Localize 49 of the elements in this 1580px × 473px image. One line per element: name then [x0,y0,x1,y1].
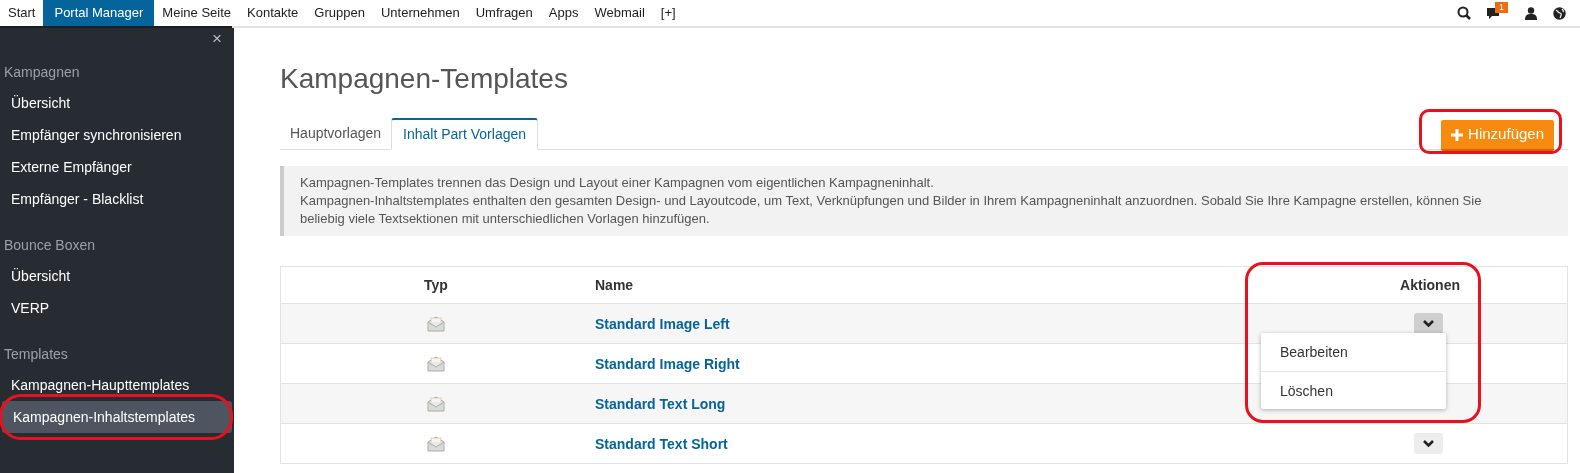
chevron-down-icon [1423,440,1434,447]
nav-item[interactable]: Gruppen [306,0,373,26]
sidebar-item[interactable]: VERP [0,292,234,324]
sidebar-item[interactable]: Übersicht [0,87,234,119]
sidebar-item[interactable]: Übersicht [0,260,234,292]
chevron-down-icon [1423,320,1434,327]
nav-item[interactable]: Apps [540,0,587,26]
sidebar-item[interactable]: Empfänger synchronisieren [0,119,234,151]
section-title: Kampagnen [3,63,81,80]
count-badge: 1 [1495,2,1508,13]
dropdown-button[interactable] [1414,313,1443,334]
nav-item[interactable]: Start [0,0,44,26]
envelope-icon [427,395,445,412]
template-link[interactable]: Standard Text Short [595,435,728,452]
menu-item[interactable]: Löschen [1261,371,1446,409]
dropdown-button[interactable] [1414,433,1443,454]
nav-item[interactable]: Unternehmen [372,0,468,26]
tab[interactable]: Hauptvorlagen [280,118,392,149]
plus-icon [1451,128,1464,141]
nav-item[interactable]: Kontakte [239,0,307,26]
section-title: Templates [3,345,69,362]
search-icon[interactable] [1457,6,1471,20]
sidebar-item[interactable]: Kampagnen-Haupttemplates [0,369,234,401]
nav-item[interactable]: Meine Seite [154,0,239,26]
nav-item[interactable]: Webmail [586,0,653,26]
close-button[interactable]: × [212,30,222,47]
sidebar-item[interactable]: Externe Empfänger [0,151,234,183]
section-title: Bounce Boxen [3,236,97,253]
envelope-icon [427,315,445,332]
user-icon[interactable] [1525,6,1537,20]
envelope-icon [427,435,445,452]
column-header: Name [594,275,635,295]
sidebar-item[interactable]: Kampagnen-Inhaltstemplates [2,401,232,433]
column-header: Aktionen [1399,275,1461,295]
info-text: Kampagnen-Inhaltstemplates enthalten den gesamten Design- und Layoutcode, um Text, Verknüpfungen und Bilder in Ihrem Kampagneninhalt anzuordnen. Sobald Sie Ihre Kampagne erstellen, können Sie beliebig viele Textsektionen mit unterschiedlichen Vorlagen hinzufügen. [300,192,1483,228]
nav-item[interactable]: [+] [652,0,684,26]
template-link[interactable]: Standard Image Right [595,355,740,372]
column-header: Typ [423,275,449,295]
template-link[interactable]: Standard Image Left [595,315,730,332]
info-text: Kampagnen-Templates trennen das Design und Layout einer Kampagnen vom eigentlichen Kampagneninhalt. [300,174,935,192]
tab[interactable]: Inhalt Part Vorlagen [391,118,539,150]
sidebar-item[interactable]: Empfänger - Blacklist [0,183,234,215]
menu-item[interactable]: Bearbeiten [1261,333,1446,371]
nav-item[interactable]: Portal Manager [43,0,155,26]
page-title: Kampagnen-Templates [280,62,569,96]
nav-item[interactable]: Umfragen [467,0,541,26]
envelope-icon [427,355,445,372]
globe-icon[interactable] [1553,6,1566,20]
template-link[interactable]: Standard Text Long [595,395,726,412]
